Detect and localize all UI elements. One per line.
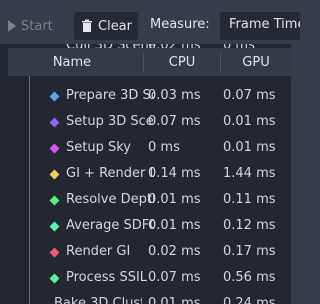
row-cpu: 0.07 ms [148, 270, 201, 285]
row-gpu: 0.07 ms [223, 88, 276, 103]
start-label: Start [21, 18, 53, 34]
tree-row[interactable]: Resolve Depth 0.01 ms 0.11 ms [0, 188, 291, 214]
measure-dropdown[interactable]: Frame Time (ms) [220, 12, 300, 40]
row-cpu: 0.03 ms [148, 88, 201, 103]
diamond-icon [49, 91, 60, 102]
diamond-icon [49, 117, 60, 128]
tree-row[interactable]: Prepare 3D Scene0.03 ms 0.07 ms [0, 84, 291, 110]
row-cpu: 0 ms [148, 140, 180, 155]
profiler-tree: Cull 3D Scene 0.02 ms 0 ms Name CPU GPU … [0, 44, 291, 304]
header-gpu[interactable]: GPU [221, 48, 291, 76]
row-gpu: 0.01 ms [223, 140, 276, 155]
row-gpu: 0.11 ms [223, 192, 276, 207]
clear-button[interactable]: Clear [74, 12, 138, 40]
row-gpu: 0.24 ms [223, 296, 276, 304]
row-gpu: 0.17 ms [223, 244, 276, 259]
diamond-icon [49, 169, 60, 180]
tree-row-clipped-bottom[interactable]: Bake 3D Clusters 0.01 ms 0.24 ms [0, 296, 291, 304]
row-name: Render GI [66, 244, 131, 259]
tree-row[interactable]: Process SSIL 0.07 ms 0.56 ms [0, 266, 291, 292]
row-name: Prepare 3D Scene [66, 88, 154, 103]
trash-icon [82, 19, 92, 32]
diamond-icon [49, 273, 60, 284]
diamond-icon [49, 143, 60, 154]
row-cpu: 0.02 ms [148, 244, 201, 259]
row-name: Bake 3D Clusters [54, 296, 142, 304]
row-gpu: 0.12 ms [223, 218, 276, 233]
measure-value: Frame Time (ms) [229, 17, 300, 32]
row-name: Average SDFGI [66, 218, 154, 233]
row-name: Process SSIL [66, 270, 148, 285]
header-cpu[interactable]: CPU [144, 48, 220, 76]
row-gpu: 0.56 ms [223, 270, 276, 285]
clear-label: Clear [98, 18, 132, 34]
row-gpu: 0.01 ms [223, 114, 276, 129]
play-icon [8, 20, 16, 32]
tree-row[interactable]: Setup 3D Scene0.07 ms 0.01 ms [0, 110, 291, 136]
row-cpu: 0.01 ms [148, 192, 201, 207]
row-name: GI + Render Depth [66, 166, 154, 181]
diamond-icon [49, 221, 60, 232]
row-gpu: 1.44 ms [223, 166, 276, 181]
row-name: Setup 3D Scene [66, 114, 154, 129]
profiler-toolbar: Start Clear Measure: Frame Time (ms) [0, 0, 300, 44]
diamond-icon [49, 247, 60, 258]
row-cpu: 0.01 ms [148, 296, 201, 304]
row-cpu: 0.14 ms [148, 166, 201, 181]
header-name[interactable]: Name [8, 48, 136, 76]
start-button[interactable]: Start [8, 13, 53, 39]
tree-row[interactable]: GI + Render Depth0.14 ms 1.44 ms [0, 162, 291, 188]
row-cpu: 0.07 ms [148, 114, 201, 129]
row-cpu: 0.01 ms [148, 218, 201, 233]
tree-row[interactable]: Setup Sky 0 ms 0.01 ms [0, 136, 291, 162]
tree-row[interactable]: Render GI 0.02 ms 0.17 ms [0, 240, 291, 266]
diamond-icon [49, 195, 60, 206]
tree-row[interactable]: Average SDFGI 0.01 ms 0.12 ms [0, 214, 291, 240]
row-name: Setup Sky [66, 140, 131, 155]
measure-label: Measure: [150, 17, 210, 32]
row-name: Resolve Depth [66, 192, 154, 207]
column-header: Name CPU GPU [8, 48, 291, 76]
